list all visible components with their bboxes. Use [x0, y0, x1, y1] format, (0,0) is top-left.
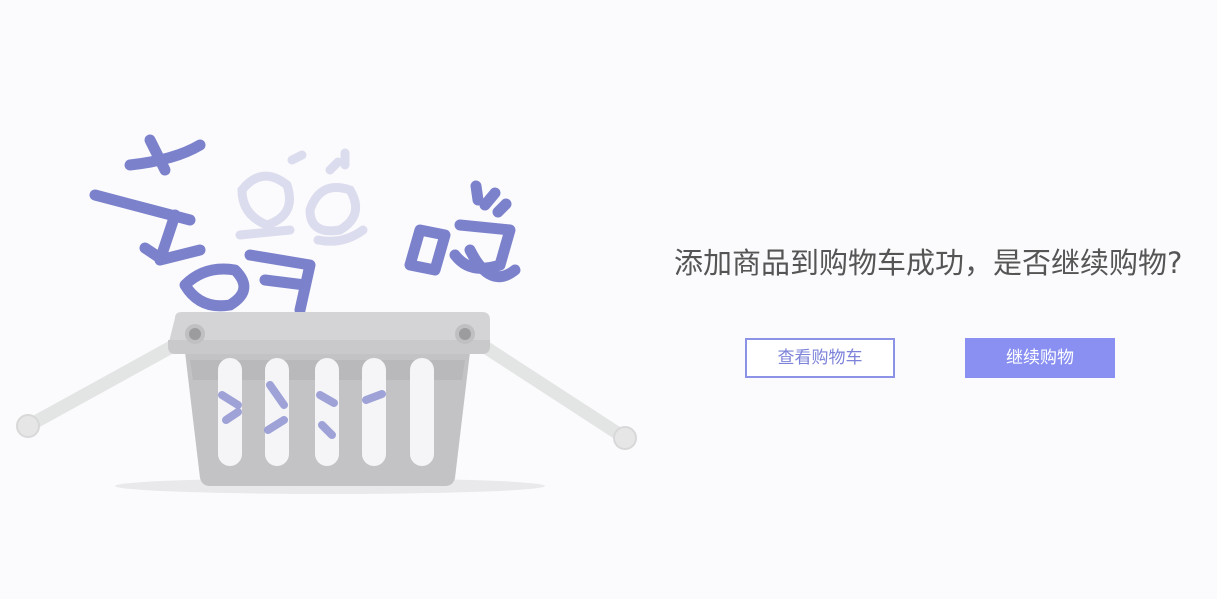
- basket-body: [168, 312, 490, 486]
- continue-shopping-button[interactable]: 继续购物: [965, 338, 1115, 378]
- add-to-cart-success-message: 添加商品到购物车成功，是否继续购物?: [674, 246, 1183, 280]
- view-cart-button[interactable]: 查看购物车: [745, 338, 895, 378]
- shopping-basket-illustration: [16, 134, 637, 494]
- faded-letters: [235, 148, 368, 246]
